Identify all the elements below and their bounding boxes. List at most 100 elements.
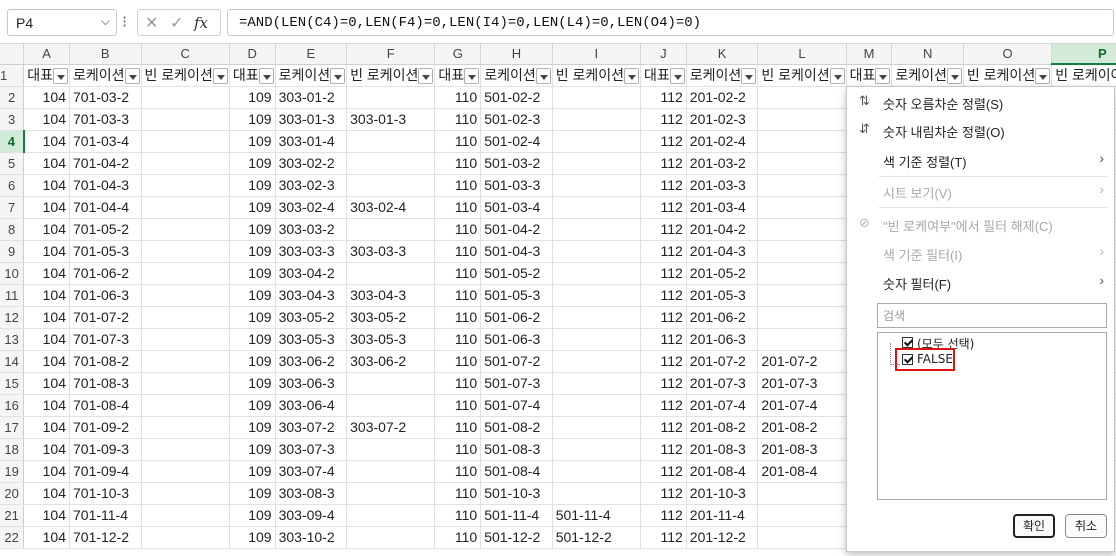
header-cell[interactable]: 대표 (640, 64, 687, 87)
cell[interactable] (552, 394, 642, 417)
filter-dropdown-button[interactable] (330, 67, 346, 84)
cell[interactable] (757, 306, 847, 329)
cell[interactable]: 104 (23, 350, 70, 373)
cell[interactable]: 110 (434, 526, 482, 549)
filter-dropdown-button[interactable] (212, 67, 228, 84)
cell[interactable] (552, 284, 642, 307)
cell[interactable] (552, 240, 642, 263)
cell[interactable]: 303-03-3 (346, 240, 436, 263)
row-header[interactable]: 18 (0, 438, 25, 461)
cell[interactable] (552, 460, 642, 483)
cell[interactable]: 112 (640, 284, 687, 307)
chevron-down-icon[interactable]: ⌵ (101, 14, 110, 29)
cell[interactable]: 201-02-3 (686, 108, 759, 131)
column-header-e[interactable]: E (275, 44, 348, 65)
header-cell[interactable]: 빈 로케이션 (963, 64, 1053, 87)
cell[interactable]: 701-03-2 (69, 86, 142, 109)
cell[interactable]: 201-04-2 (686, 218, 759, 241)
cell[interactable] (757, 328, 847, 351)
cell[interactable]: 201-06-3 (686, 328, 759, 351)
cell[interactable] (141, 152, 230, 175)
row-header[interactable]: 22 (0, 526, 25, 549)
cell[interactable] (552, 262, 642, 285)
cell[interactable] (141, 196, 230, 219)
cell[interactable]: 109 (229, 284, 276, 307)
cell[interactable] (552, 130, 642, 153)
cell[interactable]: 110 (434, 218, 482, 241)
cell[interactable]: 501-10-3 (480, 482, 553, 505)
cell[interactable]: 501-06-3 (480, 328, 553, 351)
cell[interactable]: 501-02-4 (480, 130, 553, 153)
cell[interactable]: 109 (229, 526, 276, 549)
column-header-f[interactable]: F (346, 44, 436, 65)
cell[interactable]: 110 (434, 306, 482, 329)
cell[interactable]: 110 (434, 196, 482, 219)
cell[interactable] (757, 196, 847, 219)
cell[interactable]: 110 (434, 460, 482, 483)
cell[interactable]: 112 (640, 262, 687, 285)
cell[interactable]: 110 (434, 86, 482, 109)
sort-ascending-item[interactable]: ⇅ 숫자 오름차순 정렬(S) (847, 91, 1114, 113)
filter-dropdown-button[interactable] (946, 67, 962, 84)
header-cell[interactable]: 로케이션 (480, 64, 553, 87)
header-cell[interactable]: 로케이션 (891, 64, 964, 87)
header-cell[interactable]: 대표 (23, 64, 70, 87)
cell[interactable]: 201-07-2 (686, 350, 759, 373)
cell[interactable]: 109 (229, 152, 276, 175)
cell[interactable] (346, 460, 436, 483)
cell[interactable]: 109 (229, 482, 276, 505)
cell[interactable] (757, 504, 847, 527)
cell[interactable]: 109 (229, 460, 276, 483)
cell[interactable]: 501-08-3 (480, 438, 553, 461)
row-header[interactable]: 16 (0, 394, 25, 417)
cell[interactable]: 201-08-2 (686, 416, 759, 439)
cell[interactable]: 303-06-2 (275, 350, 348, 373)
cell[interactable]: 104 (23, 526, 70, 549)
cell[interactable]: 701-06-3 (69, 284, 142, 307)
cell[interactable]: 501-07-3 (480, 372, 553, 395)
cell[interactable]: 110 (434, 328, 482, 351)
cell[interactable]: 701-06-2 (69, 262, 142, 285)
cell[interactable]: 201-08-3 (757, 438, 847, 461)
cell[interactable]: 109 (229, 240, 276, 263)
cell[interactable]: 109 (229, 372, 276, 395)
cell[interactable] (757, 526, 847, 549)
cell[interactable] (141, 262, 230, 285)
cell[interactable]: 303-01-2 (275, 86, 348, 109)
column-header-j[interactable]: J (640, 44, 687, 65)
cell[interactable]: 201-03-4 (686, 196, 759, 219)
cell[interactable]: 201-08-4 (686, 460, 759, 483)
row-header[interactable]: 14 (0, 350, 25, 373)
cancel-button[interactable]: 취소 (1065, 514, 1107, 538)
cell[interactable]: 110 (434, 108, 482, 131)
filter-search-box[interactable] (877, 303, 1107, 328)
row-header[interactable]: 20 (0, 482, 25, 505)
cell[interactable]: 501-08-4 (480, 460, 553, 483)
row-header[interactable]: 12 (0, 306, 25, 329)
confirm-icon[interactable]: ✓ (170, 13, 183, 33)
name-box[interactable]: P4 ⌵ (7, 9, 117, 36)
cell[interactable]: 501-03-4 (480, 196, 553, 219)
cell[interactable]: 303-09-4 (275, 504, 348, 527)
cell[interactable]: 104 (23, 174, 70, 197)
cell[interactable]: 109 (229, 130, 276, 153)
cell[interactable]: 303-03-3 (275, 240, 348, 263)
column-header-o[interactable]: O (963, 44, 1053, 65)
cell[interactable] (141, 240, 230, 263)
cell[interactable] (141, 482, 230, 505)
cell[interactable]: 501-02-2 (480, 86, 553, 109)
cell[interactable]: 112 (640, 86, 687, 109)
cell[interactable]: 701-12-2 (69, 526, 142, 549)
cell[interactable]: 701-03-3 (69, 108, 142, 131)
cell[interactable]: 501-11-4 (480, 504, 553, 527)
header-cell[interactable]: 대표 (434, 64, 482, 87)
sort-descending-item[interactable]: ⇵ 숫자 내림차순 정렬(O) (847, 119, 1114, 141)
cell[interactable]: 303-05-3 (346, 328, 436, 351)
cell[interactable]: 501-02-3 (480, 108, 553, 131)
cell[interactable]: 109 (229, 196, 276, 219)
cell[interactable]: 110 (434, 504, 482, 527)
cell[interactable] (552, 328, 642, 351)
cell[interactable]: 109 (229, 328, 276, 351)
cell[interactable]: 109 (229, 108, 276, 131)
cell[interactable]: 104 (23, 394, 70, 417)
